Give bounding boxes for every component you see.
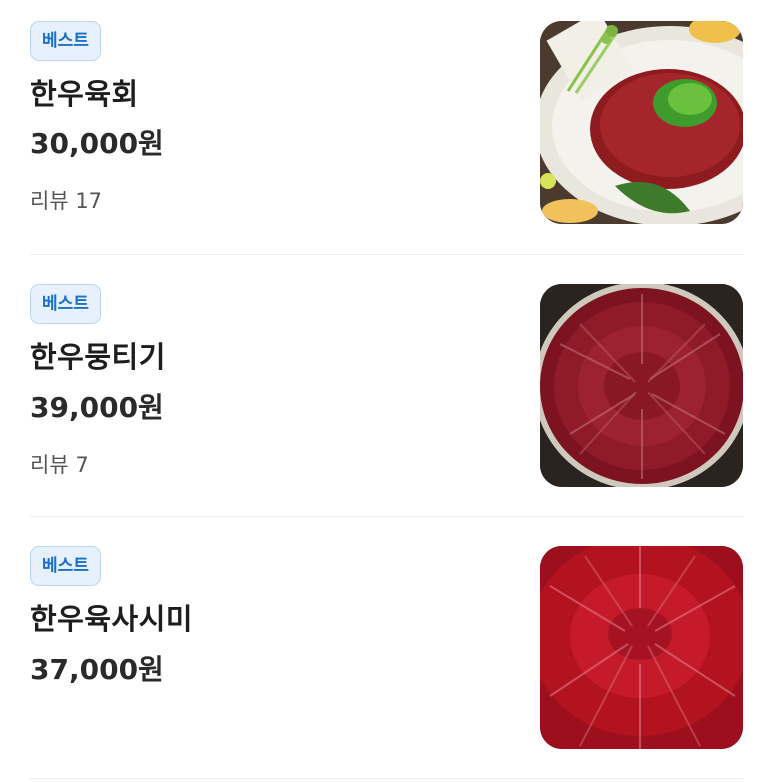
menu-item-price: 39,000원 [30,391,164,424]
menu-item-name: 한우육회 [30,77,139,111]
menu-item-name: 한우육사시미 [30,602,194,636]
mungtigi-photo[interactable] [540,284,743,487]
menu-item-price: 30,000원 [30,127,164,160]
menu-item-price: 37,000원 [30,653,164,686]
menu-item-review-count: 리뷰 7 [30,453,89,477]
menu-item-mungtigi[interactable]: 베스트 한우뭉티기 39,000원 리뷰 7 [30,255,743,517]
menu-item-review-count: 리뷰 17 [30,189,103,213]
best-badge: 베스트 [30,546,101,586]
menu-item-name: 한우뭉티기 [30,340,166,374]
menu-item-yuk-sashimi[interactable]: 베스트 한우육사시미 37,000원 [30,517,743,779]
yuk-sashimi-photo[interactable] [540,546,743,749]
menu-list: 베스트 한우육회 30,000원 리뷰 17 베스트 한우뭉티기 39,000원… [0,0,773,782]
best-badge: 베스트 [30,284,101,324]
best-badge: 베스트 [30,21,101,61]
yukhoe-photo[interactable] [540,21,743,224]
menu-item-yukhoe[interactable]: 베스트 한우육회 30,000원 리뷰 17 [30,0,743,255]
